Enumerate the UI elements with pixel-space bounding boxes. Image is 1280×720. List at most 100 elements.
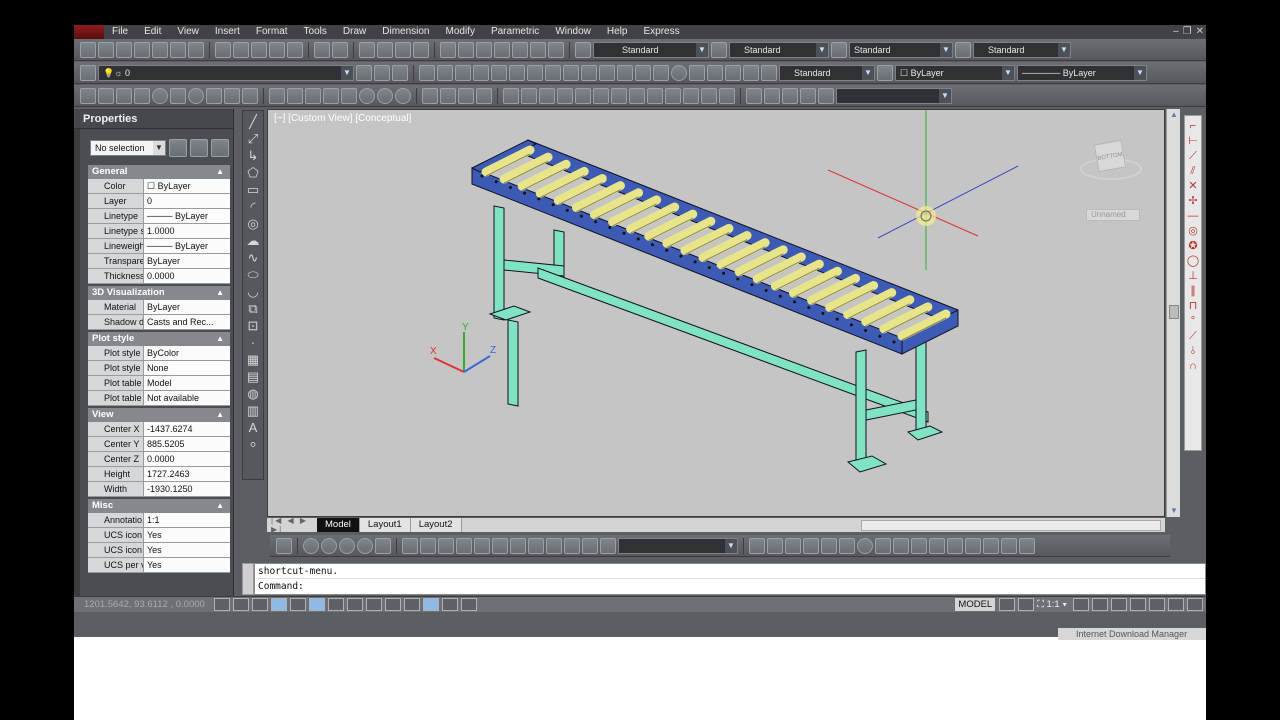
polar-tracking-icon[interactable] (290, 598, 306, 611)
zoom-icon[interactable] (764, 87, 780, 104)
command-prompt[interactable]: Command: (258, 579, 1205, 595)
property-row[interactable]: Width -1930.1250 (88, 482, 230, 497)
quickcalc-icon[interactable] (530, 41, 546, 58)
named-view-menu[interactable]: Unnamed (1086, 209, 1140, 221)
isolate-objects-icon[interactable] (1168, 598, 1184, 611)
copy-object-icon[interactable]: ⊢ (1188, 135, 1198, 147)
dimension-style-dropdown[interactable]: Standard ▼ (779, 64, 875, 81)
arc-length-icon[interactable] (455, 64, 471, 81)
property-row[interactable]: Material ByLayer (88, 300, 230, 315)
break-icon[interactable]: ∥ (1190, 285, 1196, 297)
extend-icon[interactable]: ⊥ (1188, 270, 1198, 282)
zoom-window-icon[interactable] (395, 41, 411, 58)
3d-array-icon[interactable] (476, 87, 492, 104)
save-icon[interactable] (116, 41, 132, 58)
3d-rotate-icon[interactable] (440, 87, 456, 104)
pan-icon[interactable] (746, 87, 762, 104)
tolerance-icon[interactable] (653, 64, 669, 81)
property-row[interactable]: Color ☐ ByLayer (88, 179, 230, 194)
close-icon[interactable]: ✕ (1196, 25, 1204, 39)
copy-icon[interactable] (233, 41, 249, 58)
torus-icon[interactable] (188, 87, 204, 104)
center-mark-icon[interactable] (671, 64, 687, 81)
z-axis-vector-icon[interactable] (629, 87, 645, 104)
explode-icon[interactable]: ⫰ (1191, 345, 1196, 357)
offset-icon[interactable]: ⫽ (1191, 165, 1196, 177)
arc-icon[interactable]: ◜ (250, 200, 255, 214)
slice-icon[interactable] (1001, 537, 1017, 554)
mirror-icon[interactable]: ⟋ (1189, 150, 1197, 162)
command-line-grip[interactable] (242, 563, 254, 595)
intersect-icon[interactable] (395, 87, 411, 104)
shell-icon[interactable] (947, 537, 963, 554)
rotate-faces-icon[interactable] (857, 537, 873, 554)
snap-mode-icon[interactable] (233, 598, 249, 611)
menu-view[interactable]: View (169, 25, 207, 39)
move-faces-icon[interactable] (821, 537, 837, 554)
clean-screen-icon[interactable] (1187, 598, 1203, 611)
view-dropdown[interactable]: ▼ (618, 537, 738, 554)
continue-icon[interactable] (599, 64, 615, 81)
add-selected-icon[interactable]: ⸰ (249, 438, 256, 452)
menu-parametric[interactable]: Parametric (483, 25, 547, 39)
viewport-label[interactable]: [−] [Custom View] [Conceptual] (274, 113, 411, 124)
property-row[interactable]: Center Z 0.0000 (88, 452, 230, 467)
imprint-icon[interactable] (911, 537, 927, 554)
tab-navigation-icon[interactable]: |◀ ◀ ▶ ▶| (267, 516, 317, 534)
spline-icon[interactable]: ∿ (248, 251, 259, 265)
loft-icon[interactable] (341, 87, 357, 104)
select-objects-icon[interactable] (190, 139, 208, 157)
array-icon[interactable]: ✕ (1188, 180, 1197, 192)
property-row[interactable]: Shadow di...Casts and Rec... (88, 315, 230, 330)
3d-dwf-icon[interactable] (188, 41, 204, 58)
viewcube[interactable]: BOTTOM (1080, 132, 1142, 194)
block-editor-icon[interactable] (287, 41, 303, 58)
fillet-edge-icon[interactable] (767, 537, 783, 554)
3-point-ucs-icon[interactable] (647, 87, 663, 104)
cut-icon[interactable] (215, 41, 231, 58)
steering-wheel-icon[interactable] (800, 87, 816, 104)
offset-faces-icon[interactable] (839, 537, 855, 554)
open-icon[interactable] (98, 41, 114, 58)
text-style-dropdown[interactable]: Standard ▼ (593, 41, 709, 58)
copy-faces-icon[interactable] (875, 537, 891, 554)
scale-icon[interactable]: ◎ (1188, 225, 1198, 237)
polysolid-icon[interactable] (80, 87, 96, 104)
menu-express[interactable]: Express (635, 25, 687, 39)
drawing-viewport[interactable]: Y X Z [−] [Custom View] [Conceptual] BOT… (267, 109, 1165, 517)
angular-icon[interactable] (545, 64, 561, 81)
sw-iso-icon[interactable] (510, 537, 526, 554)
property-row[interactable]: Linetype s...1.0000 (88, 224, 230, 239)
table-style-icon[interactable] (831, 41, 847, 58)
back-view-icon[interactable] (492, 537, 508, 554)
undo-icon[interactable] (314, 41, 330, 58)
command-line[interactable]: shortcut-menu. Command: (254, 563, 1206, 595)
top-view-icon[interactable] (402, 537, 418, 554)
extrude-icon[interactable] (269, 87, 285, 104)
property-row[interactable]: UCS icon ...Yes (88, 543, 230, 558)
tab-layout1[interactable]: Layout1 (359, 518, 411, 532)
polygon-icon[interactable]: ⬠ (247, 166, 258, 180)
make-current-icon[interactable] (356, 64, 372, 81)
tool-palettes-icon[interactable] (476, 41, 492, 58)
aligned-dimension-icon[interactable] (437, 64, 453, 81)
menu-insert[interactable]: Insert (207, 25, 248, 39)
quick-view-layouts-icon[interactable] (999, 598, 1016, 611)
menu-draw[interactable]: Draw (335, 25, 374, 39)
menu-edit[interactable]: Edit (136, 25, 169, 39)
world-ucs-icon[interactable] (521, 87, 537, 104)
dim-style-dropdown[interactable]: Standard ▼ (729, 41, 829, 58)
magnet-icon[interactable]: ∩ (1189, 360, 1197, 372)
category-3d-visualization[interactable]: 3D Visualization ▲ (88, 286, 230, 300)
bottom-view-icon[interactable] (420, 537, 436, 554)
restore-icon[interactable]: ❐ (1183, 25, 1192, 39)
ordinate-icon[interactable] (473, 64, 489, 81)
scroll-up-icon[interactable]: ▲ (1167, 109, 1181, 121)
collapse-icon[interactable]: ▲ (216, 499, 224, 513)
collapse-icon[interactable]: ▲ (216, 408, 224, 422)
presspull-icon[interactable] (287, 87, 303, 104)
cylinder-icon[interactable] (170, 87, 186, 104)
orbit-icon[interactable] (782, 87, 798, 104)
y-ucs-icon[interactable] (683, 87, 699, 104)
selection-cycling-icon[interactable] (461, 598, 477, 611)
